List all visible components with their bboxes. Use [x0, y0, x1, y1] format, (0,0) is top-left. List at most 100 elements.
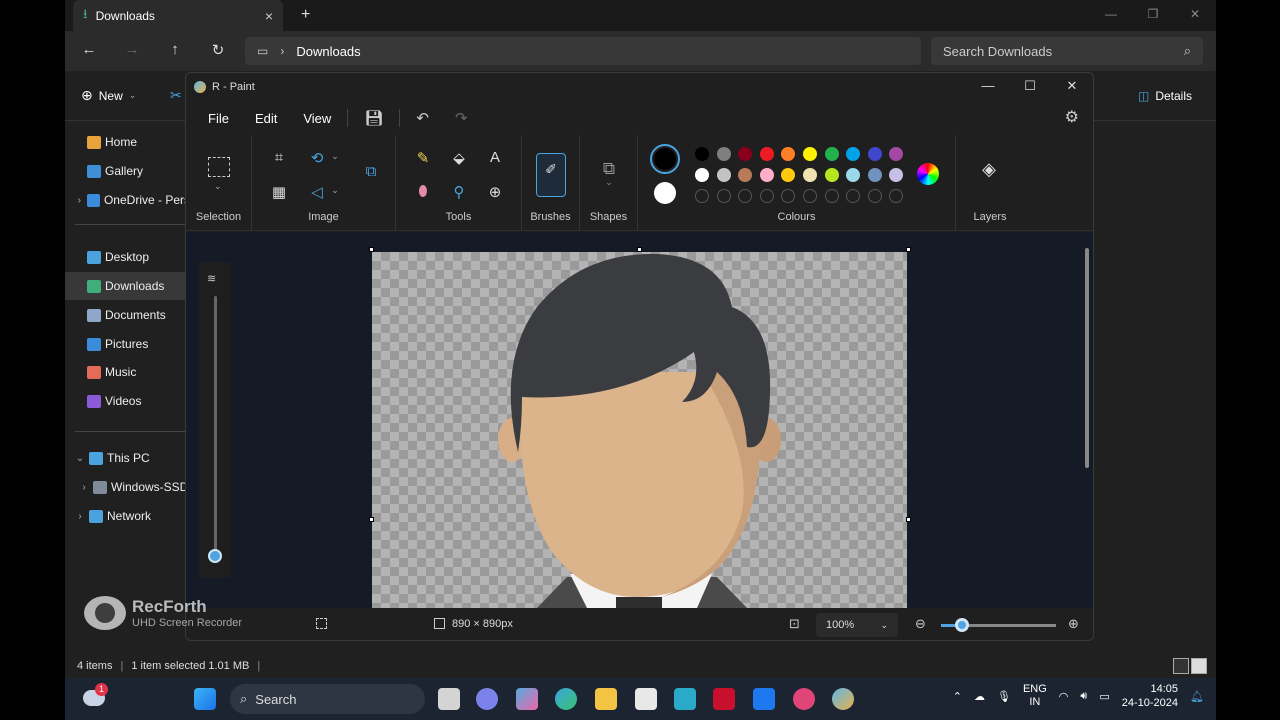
- volume-icon[interactable]: 🔊︎: [1080, 690, 1087, 703]
- scrollbar-thumb[interactable]: [1085, 248, 1089, 468]
- refresh-icon[interactable]: ↻: [208, 41, 228, 59]
- copilot-icon[interactable]: [516, 688, 538, 710]
- custom-color-slot[interactable]: [695, 189, 709, 203]
- close-button[interactable]: ✕: [1174, 0, 1216, 31]
- maximize-button[interactable]: ❐: [1132, 0, 1174, 31]
- color-swatch[interactable]: [867, 147, 882, 161]
- color-swatch[interactable]: [695, 168, 709, 182]
- zoom-in-icon[interactable]: ⊕: [1068, 616, 1079, 632]
- custom-color-slot[interactable]: [889, 189, 904, 203]
- eraser-icon[interactable]: ⬮: [412, 183, 434, 200]
- clock[interactable]: 14:05 24-10-2024: [1122, 682, 1178, 710]
- custom-color-slot[interactable]: [803, 189, 817, 203]
- expand-chevron-icon[interactable]: ›: [73, 511, 87, 522]
- resize-handle[interactable]: [637, 247, 642, 252]
- chevron-down-icon[interactable]: ⌄: [324, 185, 346, 196]
- pencil-icon[interactable]: ✎: [412, 149, 434, 167]
- color-swatch[interactable]: [759, 168, 774, 182]
- expand-chevron-icon[interactable]: ⌄: [73, 453, 87, 464]
- new-tab-button[interactable]: +: [301, 6, 310, 24]
- color-swatch[interactable]: [759, 147, 774, 161]
- language-indicator[interactable]: ENG IN: [1023, 683, 1047, 709]
- edit-colors-icon[interactable]: [917, 163, 939, 185]
- save-icon[interactable]: 💾︎: [354, 109, 393, 127]
- sidebar-item-windows-ssd[interactable]: › Windows-SSD: [65, 473, 190, 501]
- crop-icon[interactable]: ⌗: [268, 149, 290, 166]
- dropbox-icon[interactable]: [753, 688, 775, 710]
- chevron-down-icon[interactable]: ⌄: [214, 181, 222, 192]
- color-swatch[interactable]: [824, 168, 839, 182]
- color-swatch[interactable]: [824, 147, 839, 161]
- close-tab-icon[interactable]: ×: [265, 8, 273, 24]
- back-icon[interactable]: ←: [79, 41, 99, 58]
- custom-color-slot[interactable]: [846, 189, 861, 203]
- brush-icon[interactable]: ✐: [536, 153, 566, 197]
- recorder-app-icon[interactable]: [793, 688, 815, 710]
- magnifier-icon[interactable]: ⊕: [484, 183, 506, 201]
- menu-edit[interactable]: Edit: [245, 105, 287, 132]
- breadcrumb[interactable]: Downloads: [296, 44, 360, 59]
- custom-color-slot[interactable]: [738, 189, 753, 203]
- zoom-slider[interactable]: [941, 618, 1056, 632]
- edge-icon[interactable]: [555, 688, 577, 710]
- resize-handle[interactable]: [906, 517, 911, 522]
- secondary-color[interactable]: [654, 182, 676, 204]
- minimize-button[interactable]: —: [1090, 0, 1132, 31]
- color-swatch[interactable]: [716, 168, 731, 182]
- menu-view[interactable]: View: [293, 105, 341, 132]
- tiles-view-icon[interactable]: [1191, 658, 1207, 674]
- address-bar[interactable]: ▭ › Downloads: [245, 37, 921, 65]
- custom-color-slot[interactable]: [867, 189, 882, 203]
- zoom-slider-thumb[interactable]: [955, 618, 969, 632]
- chevron-up-icon[interactable]: ⌃: [953, 690, 962, 703]
- resize-handle[interactable]: [369, 517, 374, 522]
- microphone-icon[interactable]: 🎙︎: [997, 690, 1011, 703]
- details-button[interactable]: ◫ Details: [1138, 89, 1192, 103]
- maximize-button[interactable]: ☐: [1009, 73, 1051, 99]
- custom-color-slot[interactable]: [781, 189, 796, 203]
- chevron-down-icon[interactable]: ⌄: [324, 151, 346, 162]
- color-swatch[interactable]: [803, 147, 817, 161]
- paint-taskbar-icon[interactable]: [832, 688, 854, 710]
- store-icon[interactable]: [635, 688, 657, 710]
- fill-bucket-icon[interactable]: ⬙: [448, 149, 470, 167]
- resize-handle[interactable]: [906, 247, 911, 252]
- sidebar-item-network[interactable]: › Network: [65, 502, 190, 530]
- vertical-scrollbar[interactable]: [1085, 240, 1089, 595]
- color-picker-icon[interactable]: ⚲: [448, 183, 470, 201]
- chevron-down-icon[interactable]: ⌄: [598, 177, 620, 188]
- cut-icon[interactable]: ✂: [170, 87, 182, 104]
- redo-icon[interactable]: ↷: [445, 109, 478, 127]
- sidebar-item-desktop[interactable]: Desktop: [65, 243, 190, 271]
- color-swatch[interactable]: [738, 168, 753, 182]
- color-swatch[interactable]: [695, 147, 709, 161]
- text-icon[interactable]: A: [484, 149, 506, 166]
- brush-size-track[interactable]: [214, 296, 217, 556]
- sidebar-item-gallery[interactable]: Gallery: [65, 157, 190, 185]
- primary-color[interactable]: [650, 144, 680, 174]
- custom-color-slot[interactable]: [716, 189, 731, 203]
- fit-to-window-icon[interactable]: ⊡: [789, 616, 800, 632]
- new-button[interactable]: ⊕ New ⌄: [81, 87, 136, 104]
- layers-icon[interactable]: ◈: [978, 159, 1000, 180]
- up-icon[interactable]: ↑: [165, 41, 185, 58]
- teams-icon[interactable]: [476, 688, 498, 710]
- task-view-icon[interactable]: [438, 688, 460, 710]
- custom-color-slot[interactable]: [824, 189, 839, 203]
- sidebar-item-pictures[interactable]: Pictures: [65, 330, 190, 358]
- shapes-icon[interactable]: ⧉: [598, 159, 620, 179]
- brush-size-slider[interactable]: [208, 549, 222, 563]
- color-swatch[interactable]: [781, 168, 796, 182]
- sidebar-item-this-pc[interactable]: ⌄ This PC: [65, 444, 190, 472]
- minimize-button[interactable]: —: [967, 73, 1009, 99]
- sidebar-item-videos[interactable]: Videos: [65, 387, 190, 415]
- settings-gear-icon[interactable]: ⚙: [1065, 107, 1079, 127]
- custom-color-slot[interactable]: [759, 189, 774, 203]
- sidebar-item-home[interactable]: Home: [65, 128, 190, 156]
- taskbar-search[interactable]: ⌕ Search: [230, 684, 425, 714]
- resize-icon[interactable]: ▦: [268, 183, 290, 201]
- color-swatch[interactable]: [803, 168, 817, 182]
- sidebar-item-onedrive-pers[interactable]: › OneDrive - Pers: [65, 186, 190, 214]
- color-swatch[interactable]: [889, 168, 904, 182]
- onedrive-icon[interactable]: ☁: [974, 690, 985, 703]
